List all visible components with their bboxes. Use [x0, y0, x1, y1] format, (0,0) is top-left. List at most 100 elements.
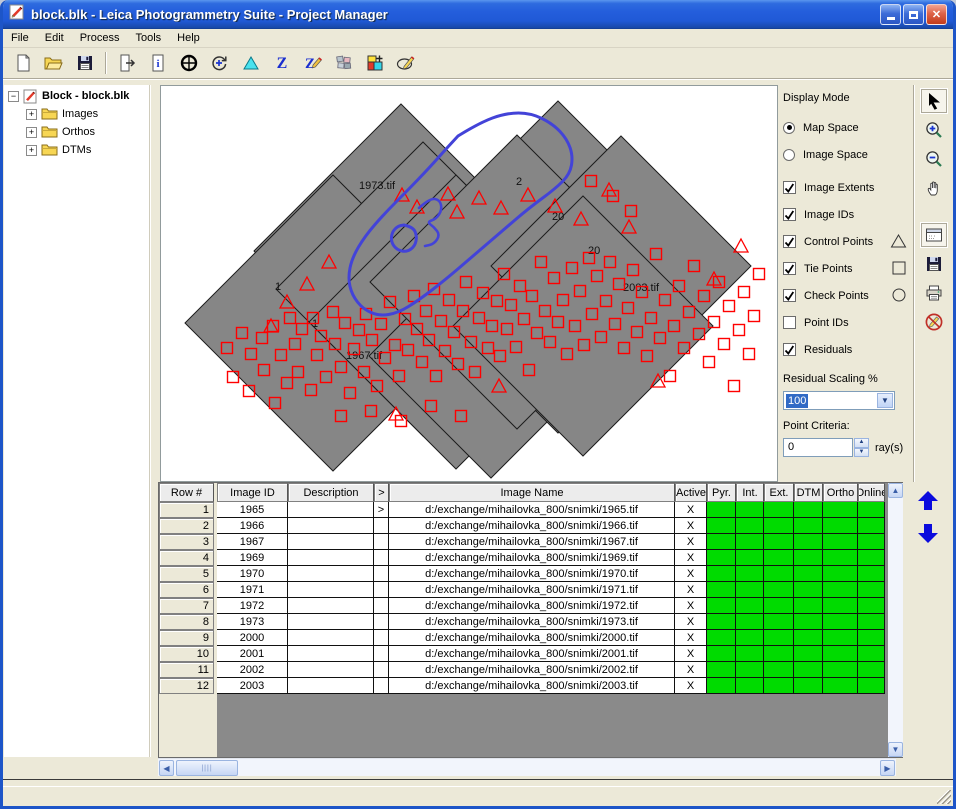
status-cell-ortho[interactable]: [823, 630, 858, 646]
move-row-down-button[interactable]: [915, 520, 941, 546]
cell-active-flag[interactable]: X: [675, 582, 707, 598]
status-cell-online[interactable]: [858, 566, 885, 582]
cell-current-row-marker[interactable]: [374, 550, 389, 566]
column-header-online[interactable]: Online: [858, 483, 885, 502]
point-criteria-stepper[interactable]: ▲▼: [854, 438, 869, 457]
expand-icon[interactable]: +: [26, 109, 37, 120]
cell-image-id[interactable]: 2002: [217, 662, 288, 678]
status-cell-ext[interactable]: [764, 518, 794, 534]
cell-image-name[interactable]: d:/exchange/mihailovka_800/snimki/2000.t…: [389, 630, 675, 646]
column-header-ext[interactable]: Ext.: [764, 483, 794, 502]
status-cell-ext[interactable]: [764, 598, 794, 614]
status-cell-online[interactable]: [858, 598, 885, 614]
cell-current-row-marker[interactable]: [374, 630, 389, 646]
printer-icon[interactable]: [920, 280, 948, 306]
z-pencil-icon[interactable]: Z: [299, 50, 327, 76]
status-cell-dtm[interactable]: [794, 534, 823, 550]
close-button[interactable]: ✕: [926, 4, 947, 25]
triangle-icon[interactable]: [237, 50, 265, 76]
row-number-button[interactable]: 2: [159, 518, 214, 534]
tree-root-block[interactable]: −Block - block.blk: [4, 87, 149, 105]
status-cell-dtm[interactable]: [794, 630, 823, 646]
cell-active-flag[interactable]: X: [675, 534, 707, 550]
expand-icon[interactable]: +: [26, 127, 37, 138]
cell-current-row-marker[interactable]: >: [374, 502, 389, 518]
status-cell-int[interactable]: [736, 502, 764, 518]
cell-image-id[interactable]: 1970: [217, 566, 288, 582]
minimize-button[interactable]: [880, 4, 901, 25]
status-cell-online[interactable]: [858, 518, 885, 534]
resize-grip[interactable]: [937, 790, 951, 804]
status-cell-ortho[interactable]: [823, 518, 858, 534]
cell-current-row-marker[interactable]: [374, 598, 389, 614]
status-cell-online[interactable]: [858, 550, 885, 566]
cell-image-id[interactable]: 1967: [217, 534, 288, 550]
scrollbar-thumb[interactable]: ||||: [176, 760, 238, 776]
cell-image-id[interactable]: 1972: [217, 598, 288, 614]
menu-item-file[interactable]: File: [3, 30, 37, 46]
checkbox-point-ids[interactable]: Point IDs: [779, 309, 911, 336]
cell-image-id[interactable]: 1966: [217, 518, 288, 534]
status-cell-pyr[interactable]: [707, 678, 736, 694]
status-cell-online[interactable]: [858, 502, 885, 518]
status-cell-int[interactable]: [736, 646, 764, 662]
status-cell-int[interactable]: [736, 582, 764, 598]
status-cell-int[interactable]: [736, 614, 764, 630]
status-cell-ortho[interactable]: [823, 646, 858, 662]
column-header-pyr[interactable]: Pyr.: [707, 483, 736, 502]
info-page-icon[interactable]: i: [144, 50, 172, 76]
cell-description[interactable]: [288, 598, 374, 614]
cell-image-name[interactable]: d:/exchange/mihailovka_800/snimki/1970.t…: [389, 566, 675, 582]
no-edit-icon[interactable]: [920, 309, 948, 335]
cell-description[interactable]: [288, 614, 374, 630]
row-number-button[interactable]: 6: [159, 582, 214, 598]
cell-image-id[interactable]: 2000: [217, 630, 288, 646]
cell-current-row-marker[interactable]: [374, 518, 389, 534]
checkbox-tie-points[interactable]: Tie Points: [779, 255, 911, 282]
status-cell-dtm[interactable]: [794, 678, 823, 694]
residual-scaling-combo[interactable]: 100 ▼: [783, 391, 895, 410]
status-cell-int[interactable]: [736, 662, 764, 678]
cell-image-name[interactable]: d:/exchange/mihailovka_800/snimki/1965.t…: [389, 502, 675, 518]
cell-image-name[interactable]: d:/exchange/mihailovka_800/snimki/2001.t…: [389, 646, 675, 662]
status-cell-dtm[interactable]: [794, 598, 823, 614]
pan-hand-icon[interactable]: [920, 175, 948, 201]
zoom-in-icon[interactable]: [920, 117, 948, 143]
status-cell-pyr[interactable]: [707, 646, 736, 662]
point-criteria-input[interactable]: 0: [783, 438, 853, 457]
viewer-window-icon[interactable]: [920, 222, 948, 248]
move-row-up-button[interactable]: [915, 488, 941, 514]
cell-image-id[interactable]: 1969: [217, 550, 288, 566]
row-number-button[interactable]: 5: [159, 566, 214, 582]
scroll-up-icon[interactable]: ▲: [888, 483, 903, 498]
row-number-button[interactable]: 10: [159, 646, 214, 662]
cell-current-row-marker[interactable]: [374, 614, 389, 630]
column-header-description[interactable]: Description: [288, 483, 374, 502]
export-page-icon[interactable]: [113, 50, 141, 76]
column-header-row[interactable]: Row #: [159, 483, 214, 502]
status-cell-pyr[interactable]: [707, 502, 736, 518]
status-cell-ortho[interactable]: [823, 534, 858, 550]
status-cell-int[interactable]: [736, 678, 764, 694]
cell-current-row-marker[interactable]: [374, 566, 389, 582]
status-cell-pyr[interactable]: [707, 582, 736, 598]
status-cell-ext[interactable]: [764, 630, 794, 646]
status-cell-pyr[interactable]: [707, 662, 736, 678]
checkbox-icon[interactable]: [783, 289, 796, 302]
status-cell-online[interactable]: [858, 646, 885, 662]
row-number-button[interactable]: 1: [159, 502, 214, 518]
column-header-int[interactable]: Int.: [736, 483, 764, 502]
maximize-button[interactable]: [903, 4, 924, 25]
status-cell-dtm[interactable]: [794, 582, 823, 598]
z-letter-icon[interactable]: Z: [268, 50, 296, 76]
status-cell-dtm[interactable]: [794, 518, 823, 534]
status-cell-online[interactable]: [858, 582, 885, 598]
status-cell-pyr[interactable]: [707, 614, 736, 630]
spin-up-icon[interactable]: ▲: [854, 438, 869, 448]
cell-image-name[interactable]: d:/exchange/mihailovka_800/snimki/1967.t…: [389, 534, 675, 550]
scroll-left-icon[interactable]: ◀: [159, 760, 174, 776]
menu-item-process[interactable]: Process: [72, 30, 128, 46]
status-cell-dtm[interactable]: [794, 646, 823, 662]
status-cell-int[interactable]: [736, 630, 764, 646]
column-header-dtm[interactable]: DTM: [794, 483, 823, 502]
